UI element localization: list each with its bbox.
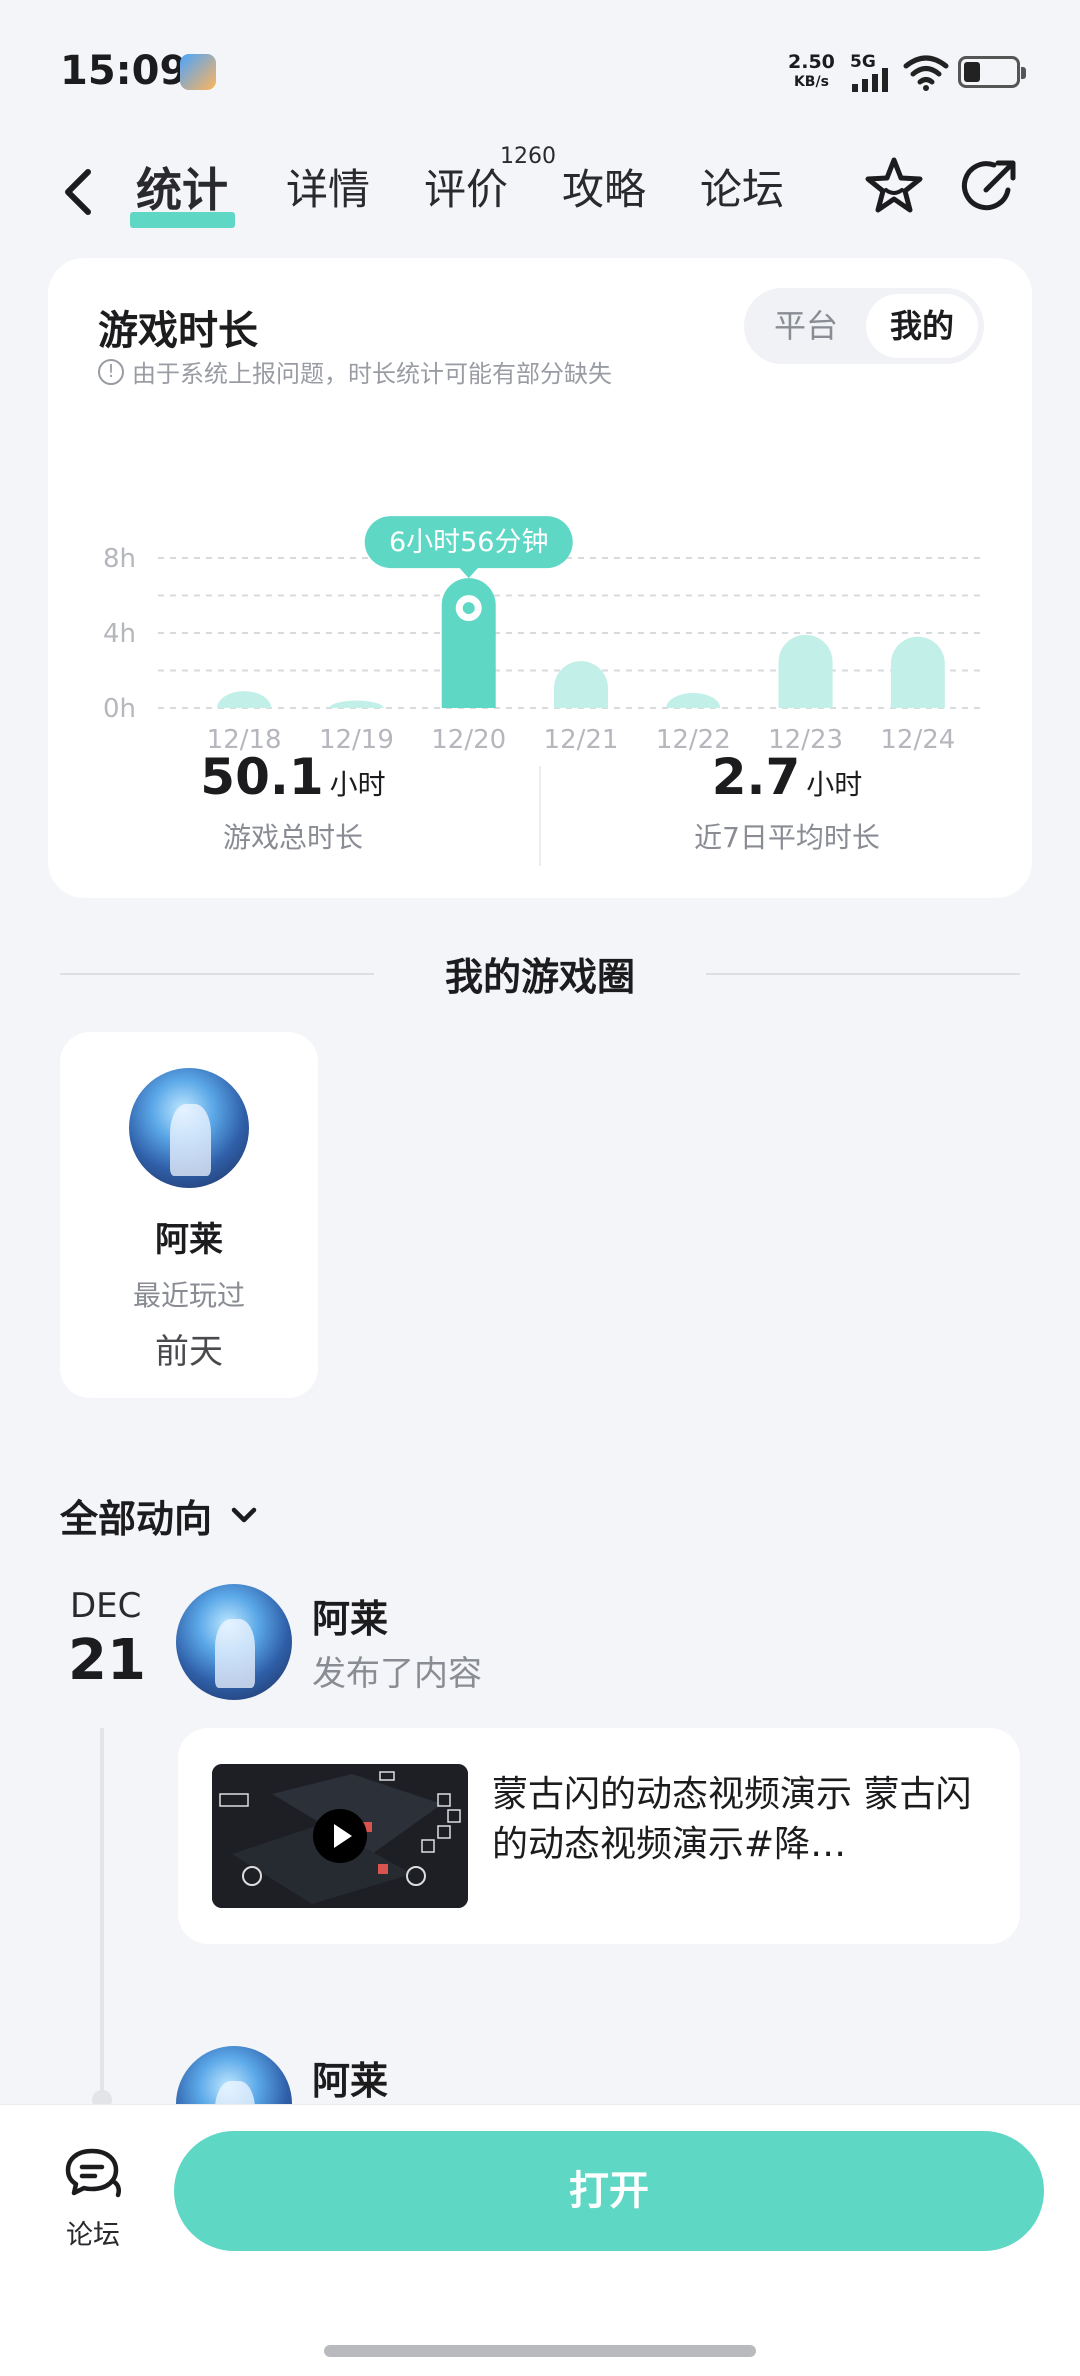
post-date-day: 21	[68, 1628, 146, 1693]
tab-details[interactable]: 详情	[286, 160, 370, 220]
bottom-action-bar: 论坛 打开	[0, 2104, 1080, 2376]
chart-bar	[666, 693, 721, 708]
feed-filter-dropdown[interactable]: 全部动向	[60, 1488, 262, 1543]
average-playtime: 2.7 小时 近7日平均时长	[542, 748, 1032, 856]
chart-tooltip-pointer	[458, 567, 479, 579]
tab-reviews[interactable]: 评价	[424, 160, 508, 220]
playtime-note-text: 由于系统上报问题，时长统计可能有部分缺失	[132, 360, 612, 388]
stat-divider	[539, 766, 541, 866]
playtime-title: 游戏时长	[98, 308, 258, 354]
chart-bar	[778, 634, 833, 708]
notification-app-icon	[180, 54, 216, 90]
section-divider-right	[706, 973, 1020, 975]
favorite-star-icon[interactable]	[862, 154, 926, 218]
average-playtime-value: 2.7	[711, 748, 801, 806]
post-date-month: DEC	[70, 1586, 142, 1626]
tab-guides[interactable]: 攻略	[562, 160, 646, 220]
post-text: 蒙古闪的动态视频演示 蒙古闪的动态视频演示#降…	[492, 1774, 972, 1865]
network-speed: 2.50 KB/s	[788, 52, 835, 92]
status-time: 15:09	[60, 48, 188, 94]
tab-stats[interactable]: 统计	[136, 160, 228, 220]
battery-icon	[958, 56, 1026, 88]
source-toggle: 平台 我的	[744, 288, 984, 364]
share-icon[interactable]	[958, 154, 1022, 218]
bar-marker-dot-inner	[462, 602, 475, 615]
average-playtime-label: 近7日平均时长	[694, 821, 880, 854]
play-icon[interactable]	[312, 1808, 368, 1864]
chart-bar	[329, 700, 384, 708]
back-arrow-icon[interactable]	[58, 164, 98, 220]
post-author-name[interactable]: 阿莱	[312, 1588, 388, 1643]
total-playtime-unit: 小时	[329, 768, 386, 801]
top-nav: 统计 详情 评价 1260 攻略 论坛	[0, 140, 1080, 260]
forum-chat-icon[interactable]	[62, 2145, 124, 2203]
total-playtime-label: 游戏总时长	[222, 821, 363, 854]
open-game-button[interactable]: 打开	[174, 2131, 1044, 2251]
total-playtime: 50.1 小时 游戏总时长	[48, 748, 538, 856]
chevron-down-icon	[231, 1507, 257, 1522]
post-author-avatar[interactable]	[176, 1584, 292, 1700]
playtime-note: ! 由于系统上报问题，时长统计可能有部分缺失	[98, 354, 612, 389]
toggle-mine[interactable]: 我的	[866, 294, 978, 358]
status-bar: 15:09 2.50 KB/s 5G	[0, 0, 1080, 140]
tab-forum[interactable]: 论坛	[700, 160, 784, 220]
network-speed-value: 2.50	[788, 51, 835, 73]
playtime-card: 游戏时长 ! 由于系统上报问题，时长统计可能有部分缺失 平台 我的 0h 4h 8h…	[48, 258, 1032, 898]
wifi-icon	[903, 55, 949, 91]
y-tick-label: 0h	[103, 694, 136, 724]
post-action-text: 发布了内容	[312, 1654, 482, 1694]
video-thumbnail[interactable]	[212, 1764, 468, 1908]
timeline-line	[100, 1728, 104, 2108]
average-playtime-unit: 小时	[806, 768, 863, 801]
post-author-name-2[interactable]: 阿莱	[312, 2050, 388, 2105]
y-tick-label: 8h	[103, 544, 136, 574]
chart-bar	[554, 661, 608, 708]
friend-card[interactable]: 阿莱 最近玩过 前天	[60, 1032, 318, 1398]
friend-recent-label: 最近玩过	[132, 1279, 245, 1312]
total-playtime-value: 50.1	[200, 748, 324, 806]
forum-label[interactable]: 论坛	[56, 2213, 130, 2252]
chart-tooltip-text: 6小时56分钟	[389, 527, 549, 558]
home-indicator[interactable]	[324, 2345, 756, 2357]
info-icon: !	[98, 358, 124, 385]
chart-bar	[890, 636, 945, 708]
friend-name: 阿莱	[155, 1220, 223, 1260]
feed-filter-label: 全部动向	[60, 1497, 213, 1541]
network-speed-unit: KB/s	[793, 74, 829, 90]
review-count-badge: 1260	[500, 144, 556, 169]
toggle-platform[interactable]: 平台	[750, 294, 862, 358]
friend-last-played: 前天	[155, 1332, 223, 1372]
chart-bar	[217, 691, 272, 708]
friend-avatar	[129, 1068, 249, 1188]
post-card[interactable]: 蒙古闪的动态视频演示 蒙古闪的动态视频演示#降…	[178, 1728, 1020, 1944]
playtime-chart: 0h4h8h12/18 12/19 12/206小时56分钟12/21 12/22 12…	[103, 516, 984, 755]
y-tick-label: 4h	[103, 619, 136, 649]
signal-icon	[852, 68, 888, 92]
